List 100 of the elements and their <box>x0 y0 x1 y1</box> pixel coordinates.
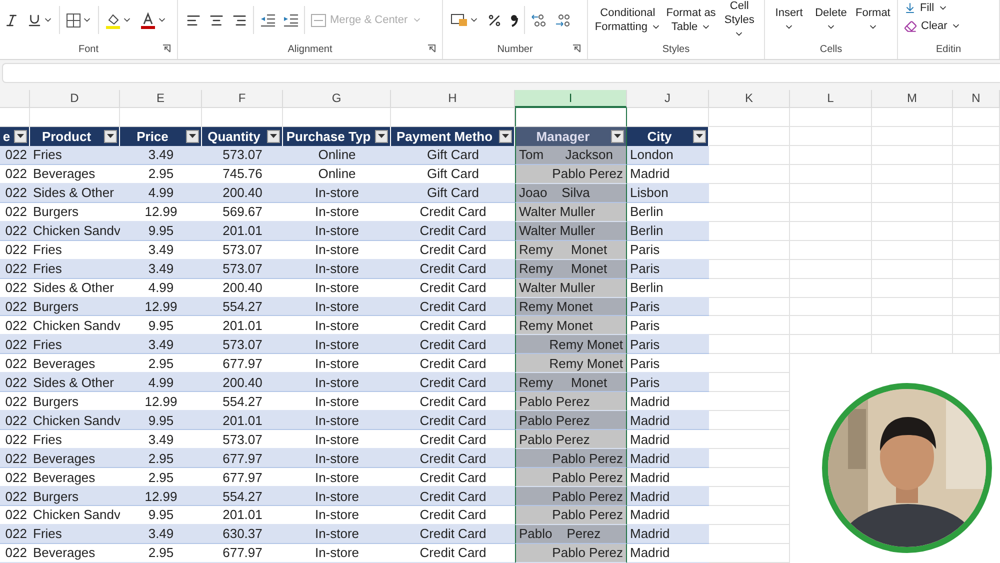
table-cell: 022 <box>0 278 30 298</box>
number-format-icon <box>451 13 468 27</box>
caret-icon <box>502 134 509 138</box>
table-cell: 022 <box>0 524 30 544</box>
increase-indent-button[interactable] <box>281 12 300 28</box>
formula-bar-field[interactable] <box>2 63 1000 83</box>
column-header[interactable]: L <box>790 90 872 108</box>
column-header[interactable]: E <box>120 90 202 108</box>
dialog-launcher-icon[interactable] <box>162 44 171 53</box>
table-cell: 022 <box>0 373 30 392</box>
table-header-cell: Price <box>120 126 202 146</box>
column-header[interactable]: K <box>709 90 790 108</box>
table-cell: Pablo Perez <box>515 430 627 450</box>
increase-decimal-icon <box>531 12 547 28</box>
style-menu-button[interactable]: Cell Styles <box>720 0 758 41</box>
table-cell: Fries <box>30 260 120 279</box>
cells-menu-button[interactable]: Format <box>854 6 891 34</box>
table-cell: Gift Card <box>391 184 515 203</box>
table-cell: Credit Card <box>391 240 515 260</box>
table-cell: Paris <box>627 298 709 316</box>
group-label: Font <box>78 44 98 54</box>
dialog-launcher-icon[interactable] <box>427 44 436 53</box>
table-header-cell: Payment Metho <box>391 126 515 146</box>
decrease-indent-icon <box>260 14 275 26</box>
group-label: Editin <box>936 44 961 54</box>
table-cell: 200.40 <box>202 184 283 203</box>
table-header-cell: Purchase Typ <box>283 126 391 146</box>
table-cell: Madrid <box>627 411 709 430</box>
table-cell: 573.07 <box>202 260 283 279</box>
table-cell: 630.37 <box>202 524 283 544</box>
percent-icon <box>487 12 502 28</box>
table-cell: 2.95 <box>120 449 202 468</box>
filter-button[interactable] <box>375 130 388 143</box>
table-header-cell: Quantity <box>202 126 283 146</box>
table-cell: Credit Card <box>391 278 515 298</box>
table-cell: Credit Card <box>391 487 515 506</box>
table-cell: Pablo Perez <box>515 506 627 525</box>
cells-menu-button[interactable]: Delete <box>811 6 851 34</box>
table-cell: 12.99 <box>120 487 202 506</box>
table-cell: Credit Card <box>391 202 515 222</box>
table-cell: Pablo Perez <box>515 468 627 488</box>
table-cell: In-store <box>283 524 391 544</box>
table-cell: Credit Card <box>391 298 515 316</box>
table-cell: 554.27 <box>202 298 283 316</box>
group-label: Styles <box>662 44 690 54</box>
table-cell: 554.27 <box>202 487 283 506</box>
cells-menu-button[interactable]: Insert <box>771 6 808 34</box>
table-cell: In-store <box>283 449 391 468</box>
editing-menu-button[interactable]: Fill <box>904 2 962 14</box>
filter-button[interactable] <box>267 130 280 143</box>
column-header[interactable]: I <box>515 90 627 108</box>
align-left-icon <box>186 12 201 28</box>
table-cell: 022 <box>0 335 30 354</box>
table-cell: Joao Silva <box>515 184 627 203</box>
column-header[interactable]: N <box>953 90 1000 108</box>
table-cell: Paris <box>627 335 709 354</box>
column-header[interactable]: D <box>30 90 120 108</box>
table-cell: Pablo Perez <box>515 449 627 468</box>
table-cell: Walter Muller <box>515 202 627 222</box>
style-menu-button[interactable]: Format as Table <box>665 6 717 34</box>
filter-button[interactable] <box>186 130 199 143</box>
table-cell: Chicken Sandv <box>30 411 120 430</box>
column-header[interactable]: G <box>283 90 391 108</box>
italic-icon <box>4 12 19 28</box>
style-menu-button[interactable]: Conditional Formatting <box>594 6 662 34</box>
filter-button[interactable] <box>104 130 117 143</box>
column-header[interactable]: H <box>391 90 515 108</box>
table-cell: Pablo Perez <box>515 524 627 544</box>
align-right-icon <box>232 12 247 28</box>
table-cell: Credit Card <box>391 373 515 392</box>
table-cell: Walter Muller <box>515 278 627 298</box>
table-cell: Remy Monet <box>515 373 627 392</box>
table-header-cell: e <box>0 126 30 146</box>
table-cell: Gift Card <box>391 146 515 165</box>
decrease-decimal-icon <box>555 12 571 28</box>
table-cell: 022 <box>0 202 30 222</box>
align-center-icon <box>209 12 224 28</box>
column-header[interactable]: M <box>872 90 953 108</box>
table-cell: 200.40 <box>202 278 283 298</box>
filter-button[interactable] <box>693 130 706 143</box>
column-header[interactable]: J <box>627 90 709 108</box>
table-cell: Remy Monet <box>515 240 627 260</box>
table-cell: 9.95 <box>120 222 202 241</box>
filter-button[interactable] <box>14 130 27 143</box>
table-cell: Tom Jackson <box>515 146 627 165</box>
dialog-launcher-icon[interactable] <box>572 44 581 53</box>
table-cell: In-store <box>283 278 391 298</box>
table-cell: Credit Card <box>391 411 515 430</box>
table-cell: 4.99 <box>120 373 202 392</box>
table-cell: Madrid <box>627 524 709 544</box>
caret-icon <box>696 134 703 138</box>
decrease-indent-button[interactable] <box>258 12 277 28</box>
table-cell: Remy Monet <box>515 335 627 354</box>
filter-button[interactable] <box>499 130 512 143</box>
table-cell: Paris <box>627 373 709 392</box>
table-cell: Berlin <box>627 202 709 222</box>
filter-button[interactable] <box>611 130 624 143</box>
column-header[interactable]: F <box>202 90 283 108</box>
editing-menu-button[interactable]: Clear <box>904 20 962 32</box>
table-cell: 022 <box>0 449 30 468</box>
